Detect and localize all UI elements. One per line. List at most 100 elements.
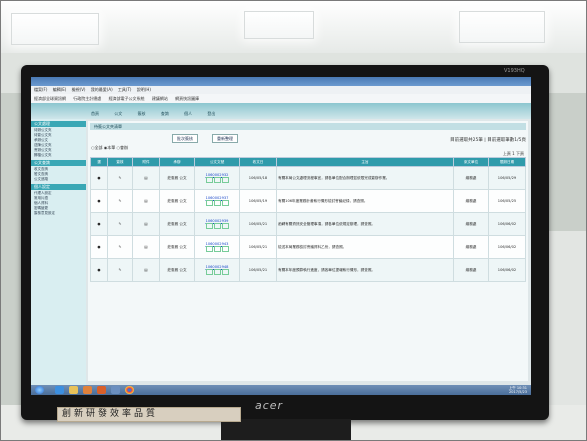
date-cell: 106/05/21 [239, 258, 277, 282]
favorite-link[interactable]: 網頁快訊圖庫 [175, 96, 199, 101]
row-select-icon[interactable]: ● [90, 189, 108, 213]
date-cell: 106/05/21 [239, 212, 277, 236]
sidebar-section-title: 公文處理 [31, 121, 86, 127]
favorite-link[interactable]: 行政院主計總處 [73, 96, 101, 101]
table-row[interactable]: ● ✎ ▤ 莊惠雅 公文 1060002932 106/05/18 有關本局公文… [90, 166, 526, 190]
nav-item[interactable]: 首頁 [91, 111, 99, 116]
table-row[interactable]: ● ✎ ▤ 莊惠雅 公文 1060002948 106/05/21 有關本年度預… [90, 258, 526, 282]
attachment-icon[interactable]: ▤ [132, 212, 160, 236]
doc-action-icons[interactable] [196, 199, 238, 207]
due-date-cell: 106/05/29 [488, 166, 526, 190]
start-button-icon[interactable] [35, 386, 44, 394]
nav-item[interactable]: 公文 [114, 111, 122, 116]
sign-pen-icon[interactable]: ✎ [107, 258, 133, 282]
menu-item[interactable]: 說明(H) [137, 87, 151, 92]
menu-item[interactable]: 編輯(E) [53, 87, 67, 92]
doc-action-icons[interactable] [196, 222, 238, 230]
owner-cell: 莊惠雅 公文 [159, 189, 195, 213]
doc-number-cell[interactable]: 1060002948 [194, 258, 240, 282]
app-top-nav: 首頁 公文 簽核 查詢 個人 登出 [31, 103, 531, 119]
subject-cell[interactable]: 有關本局公文處理流程事宜，請各單位配合辦理並依限完成簽辦作業。 [276, 166, 454, 190]
table-row[interactable]: ● ✎ ▤ 莊惠雅 公文 1060002937 106/05/19 有關106年… [90, 189, 526, 213]
sidebar-item[interactable]: 簽核意見設定 [31, 211, 86, 216]
sidebar-item[interactable]: 歸檔公文夾 [31, 153, 86, 158]
column-header: 來文單位 [453, 157, 489, 167]
menu-item[interactable]: 檔案(F) [34, 87, 47, 92]
date-cell: 106/05/18 [239, 166, 277, 190]
ceiling-light-center [244, 11, 314, 39]
doc-number-cell[interactable]: 1060002932 [194, 166, 240, 190]
explorer-icon[interactable] [69, 386, 78, 394]
menu-item[interactable]: 檢視(V) [72, 87, 86, 92]
nav-item[interactable]: 登出 [207, 111, 215, 116]
table-row[interactable]: ● ✎ ▤ 莊惠雅 公文 1060002939 106/05/21 函轉有關資訊… [90, 212, 526, 236]
column-header: 簽核 [107, 157, 133, 167]
monitor-brand-logo: acer [255, 399, 284, 412]
panel-title: 待簽公文夾清單 [90, 123, 526, 130]
doc-action-icons[interactable] [196, 245, 238, 253]
favorite-link[interactable]: 經濟部電子公文系統 [109, 96, 145, 101]
doc-number-cell[interactable]: 1060002939 [194, 212, 240, 236]
subject-cell[interactable]: 檢送本局業務檢討會議資料乙份，請查照。 [276, 235, 454, 259]
sign-pen-icon[interactable]: ✎ [107, 212, 133, 236]
monitor-stand [221, 419, 351, 440]
subject-cell[interactable]: 有關本年度預算執行進度，請各單位提報執行情形，請查照。 [276, 258, 454, 282]
column-header: 附件 [132, 157, 160, 167]
favorite-link[interactable]: 建議網站 [152, 96, 168, 101]
filter-radios[interactable]: ○全部 ◉本單 ○會辦 [91, 145, 128, 151]
chrome-icon[interactable] [125, 386, 134, 394]
favorites-bar: 經濟部全球資訊網 行政院主計總處 經濟部電子公文系統 建議網站 網頁快訊圖庫 [31, 94, 531, 103]
sign-pen-icon[interactable]: ✎ [107, 166, 133, 190]
browser-menubar: 檔案(F) 編輯(E) 檢視(V) 我的最愛(A) 工具(T) 說明(H) [31, 86, 531, 94]
sign-pen-icon[interactable]: ✎ [107, 189, 133, 213]
unit-cell: 總務處 [453, 212, 489, 236]
taskbar-clock[interactable]: 上午 10:31 2017/5/23 [509, 386, 527, 394]
main-content: 待簽公文夾清單 批次簽核 重新整理 目前選取共25筆 | 目前選取筆數1/5頁 … [88, 121, 528, 381]
media-icon[interactable] [83, 386, 92, 394]
date-cell: 106/05/19 [239, 189, 277, 213]
due-date-cell: 106/05/25 [488, 189, 526, 213]
subject-cell[interactable]: 有關106年度業務計畫執行情形檢討會議紀錄，請查照。 [276, 189, 454, 213]
attachment-icon[interactable]: ▤ [132, 189, 160, 213]
attachment-icon[interactable]: ▤ [132, 258, 160, 282]
unit-cell: 總務處 [453, 235, 489, 259]
nav-item[interactable]: 個人 [184, 111, 192, 116]
record-count: 目前選取共25筆 | 目前選取筆數1/5頁 [450, 138, 526, 143]
row-select-icon[interactable]: ● [90, 235, 108, 259]
doc-number-cell[interactable]: 1060002937 [194, 189, 240, 213]
ceiling-light-left [11, 13, 99, 45]
unit-cell: 總務處 [453, 166, 489, 190]
doc-number-cell[interactable]: 1060002943 [194, 235, 240, 259]
row-select-icon[interactable]: ● [90, 212, 108, 236]
ie-icon[interactable] [55, 386, 64, 394]
row-select-icon[interactable]: ● [90, 166, 108, 190]
sidebar-section-title: 個人設定 [31, 184, 86, 190]
table-header-row: 選 簽核 附件 承辦 公文文號 收文日 主旨 來文單位 限辦日期 [90, 157, 526, 167]
doc-action-icons[interactable] [196, 176, 238, 184]
app-icon[interactable] [111, 386, 120, 394]
subject-cell[interactable]: 函轉有關資訊安全管理事項，請各單位依規定辦理，請查照。 [276, 212, 454, 236]
unit-cell: 總務處 [453, 189, 489, 213]
doc-action-icons[interactable] [196, 268, 238, 276]
menu-item[interactable]: 工具(T) [118, 87, 132, 92]
sign-pen-icon[interactable]: ✎ [107, 235, 133, 259]
favorite-link[interactable]: 經濟部全球資訊網 [34, 96, 66, 101]
column-header: 公文文號 [194, 157, 240, 167]
nav-item[interactable]: 查詢 [161, 111, 169, 116]
attachment-icon[interactable]: ▤ [132, 166, 160, 190]
table-row[interactable]: ● ✎ ▤ 莊惠雅 公文 1060002943 106/05/21 檢送本局業務… [90, 235, 526, 259]
row-select-icon[interactable]: ● [90, 258, 108, 282]
monitor-screen: 檔案(F) 編輯(E) 檢視(V) 我的最愛(A) 工具(T) 說明(H) 經濟… [31, 77, 531, 395]
sidebar-item[interactable]: 公文追蹤 [31, 177, 86, 182]
batch-sign-button[interactable]: 批次簽核 [172, 134, 198, 143]
due-date-cell: 106/06/02 [488, 258, 526, 282]
menu-item[interactable]: 我的最愛(A) [91, 87, 113, 92]
refresh-button[interactable]: 重新整理 [212, 134, 238, 143]
firefox-icon[interactable] [97, 386, 106, 394]
windows-taskbar: 上午 10:31 2017/5/23 [31, 385, 531, 395]
app-sidebar: 公文處理 待辦公文夾 待簽公文夾 承辦公文 送陳公文夾 會辦公文夾 歸檔公文夾 … [31, 119, 86, 385]
attachment-icon[interactable]: ▤ [132, 235, 160, 259]
column-header: 承辦 [159, 157, 195, 167]
nav-item[interactable]: 簽核 [138, 111, 146, 116]
due-date-cell: 106/06/02 [488, 212, 526, 236]
